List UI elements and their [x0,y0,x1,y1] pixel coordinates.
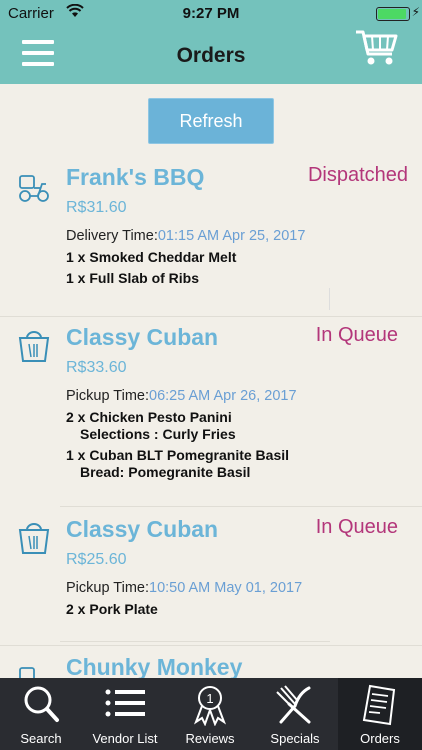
order-status: Dispatched [307,164,408,186]
status-bar: Carrier 9:27 PM ⚡ [0,0,422,28]
order-card[interactable]: Classy Cuban In Queue R$25.60 Pickup Tim… [0,508,422,643]
order-item: 1 x Cuban BLT Pomegranite Basil [66,447,290,463]
list-icon [105,689,145,717]
receipt-icon [362,684,396,726]
tab-vendor-list[interactable]: Vendor List [83,678,167,750]
order-items: 1 x Smoked Cheddar Melt 1 x Full Slab of… [66,249,236,291]
refresh-area: Refresh [0,84,422,154]
tab-reviews[interactable]: 1 Reviews [168,678,252,750]
order-item: 1 x Full Slab of Ribs [66,270,200,286]
order-item: 1 x Smoked Cheddar Melt [66,249,237,265]
tab-label: Vendor List [92,731,158,746]
time-row: Pickup Time:06:25 AM Apr 26, 2017 [66,388,297,404]
order-card[interactable]: Frank's BBQ Dispatched R$31.60 Delivery … [0,156,422,316]
tab-bar: Search Vendor List 1 Reviews Specials Or… [0,678,422,750]
order-item: 2 x Pork Plate [66,601,158,617]
fork-knife-icon [276,685,311,724]
time-value: 06:25 AM Apr 26, 2017 [149,388,297,404]
order-status: In Queue [315,516,398,538]
navigation-bar: Orders [0,28,422,84]
order-price: R$33.60 [66,359,127,376]
time-label: Pickup Time: [66,580,149,596]
vendor-name: Chunky Monkey [66,654,243,678]
delivery-scooter-icon [16,662,52,678]
refresh-button[interactable]: Refresh [148,98,274,144]
order-item: 2 x Chicken Pesto Panini [66,409,232,425]
award-ribbon-icon: 1 [193,686,227,726]
order-items: 2 x Pork Plate [66,601,158,622]
time-value: 01:15 AM Apr 25, 2017 [157,228,306,244]
time-row: Delivery Time:01:15 AM Apr 25, 2017 [66,228,305,244]
order-items: 2 x Chicken Pesto Panini Selections : Cu… [66,409,289,485]
order-item-option: Selections : Curly Fries [80,426,236,442]
cart-icon[interactable] [354,28,400,68]
takeout-bag-icon [16,520,52,556]
separator [329,288,330,310]
order-price: R$31.60 [66,199,127,216]
time-value: 10:50 AM May 01, 2017 [149,580,303,596]
tab-label: Specials [270,731,320,746]
time-row: Pickup Time:10:50 AM May 01, 2017 [66,580,302,596]
time-label: Delivery Time: [66,228,158,244]
order-status: In Queue [315,324,398,346]
order-card[interactable]: Classy Cuban In Queue R$33.60 Pickup Tim… [0,316,422,506]
divider [60,641,330,642]
vendor-name: Frank's BBQ [66,164,205,190]
vendor-name: Classy Cuban [66,516,219,542]
tab-orders[interactable]: Orders [338,678,422,750]
clock: 9:27 PM [182,5,240,22]
tab-search[interactable]: Search [0,678,82,750]
search-icon [24,686,59,722]
battery-icon [376,7,410,21]
reviews-badge: 1 [206,691,213,706]
delivery-scooter-icon [16,170,52,206]
tab-label: Orders [360,731,400,746]
order-item-option: Bread: Pomegranite Basil [80,464,251,480]
divider [60,506,422,507]
vendor-name: Classy Cuban [66,324,219,350]
takeout-bag-icon [16,328,52,364]
tab-label: Search [20,731,62,746]
order-price: R$25.60 [66,551,127,568]
charging-icon: ⚡ [411,5,420,19]
tab-specials[interactable]: Specials [253,678,337,750]
time-label: Pickup Time: [66,388,149,404]
order-card[interactable]: Chunky Monkey [0,646,422,678]
tab-label: Reviews [185,731,235,746]
